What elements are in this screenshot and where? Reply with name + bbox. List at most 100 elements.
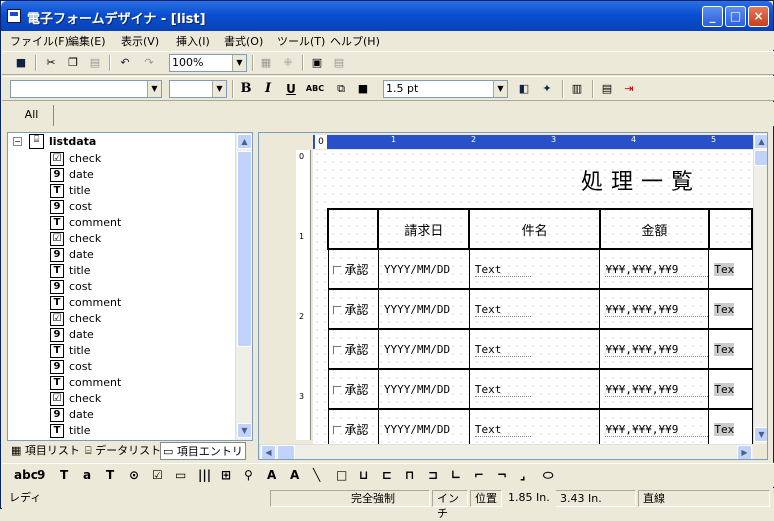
zoom-select[interactable]: 100% ▼ [169,54,247,72]
check-cell[interactable]: 承認 [327,408,379,444]
tab-item-entry[interactable]: ▭ 項目エントリ [160,442,246,460]
menu-format[interactable]: 書式(O) [224,33,263,49]
tree-item[interactable]: Tcomment [8,295,238,311]
tree-item[interactable]: 9 cost [8,359,238,375]
tree-item[interactable]: 9 date [8,167,238,183]
tree-item[interactable]: ☑ check [8,231,238,247]
title-cell[interactable]: Text [468,288,601,330]
magic-icon[interactable]: ✦ [538,80,556,98]
checkbox-icon[interactable] [332,265,341,274]
strikethrough-button[interactable]: ABC [304,80,326,98]
label-tool-icon[interactable]: abc [14,468,38,482]
form-title[interactable]: 処理一覧 [581,164,701,196]
chevron-down-icon[interactable]: ▼ [147,81,161,97]
redo-icon[interactable]: ↷ [140,54,158,72]
corner-tr-tool-icon[interactable]: ¬ [497,468,507,482]
extra-cell[interactable]: Tex [708,408,753,444]
scroll-up-icon[interactable]: ▲ [237,134,252,149]
chevron-down-icon[interactable]: ▼ [493,81,507,97]
text-tool-icon[interactable]: T [60,468,68,482]
tree-item[interactable]: Ttitle [8,183,238,199]
chevron-down-icon[interactable]: ▼ [212,81,226,97]
scroll-thumb[interactable] [277,445,295,459]
form-view-icon[interactable]: ▣ [308,54,326,72]
textframe-tool-icon[interactable]: A [290,468,299,482]
tree-item[interactable]: 9 cost [8,279,238,295]
tree-scrollbar[interactable]: ▲ ▼ [235,133,252,440]
cost-cell[interactable]: ¥¥¥,¥¥¥,¥¥9 [599,288,710,330]
tree-item[interactable]: 9 date [8,247,238,263]
date-cell[interactable]: YYYY/MM/DD [377,408,470,444]
title-cell[interactable]: Text [468,368,601,410]
menu-help[interactable]: ヘルプ(H) [330,33,380,49]
tab-item-list[interactable]: ▦ 項目リスト [11,442,80,458]
tree-item[interactable]: ☑ check [8,391,238,407]
open-top-tool-icon[interactable]: ⊔ [359,468,369,482]
table-icon[interactable]: ▥ [568,80,586,98]
check-cell[interactable]: 承認 [327,328,379,370]
extra-cell[interactable]: Tex [708,248,753,290]
open-bottom-tool-icon[interactable]: ⊓ [405,468,415,482]
delete-icon[interactable]: ⇥ [620,80,638,98]
line-width-select[interactable]: 1.5 pt ▼ [383,80,508,98]
font-select[interactable]: ▼ [10,80,162,98]
scroll-left-icon[interactable]: ◀ [261,445,276,459]
minimize-button[interactable]: _ [702,6,723,27]
open-left-tool-icon[interactable]: ⊐ [428,468,438,482]
open-right-tool-icon[interactable]: ⊏ [382,468,392,482]
font-tool-icon[interactable]: A [267,468,276,482]
cost-cell[interactable]: ¥¥¥,¥¥¥,¥¥9 [599,368,710,410]
cost-cell[interactable]: ¥¥¥,¥¥¥,¥¥9 [599,328,710,370]
menu-edit[interactable]: 編集(E) [68,33,106,49]
cost-cell[interactable]: ¥¥¥,¥¥¥,¥¥9 [599,408,710,444]
scroll-thumb[interactable] [237,151,252,347]
header-cell[interactable]: 件名 [468,208,601,250]
canvas-hscroll[interactable]: ◀ ▶ [259,444,753,459]
checkbox-icon[interactable] [332,385,341,394]
checkbox-icon[interactable] [332,425,341,434]
title-cell[interactable]: Text [468,408,601,444]
font-size-select[interactable]: ▼ [169,80,227,98]
tab-data-list[interactable]: ⌸ データリスト [85,442,161,458]
date-cell[interactable]: YYYY/MM/DD [377,368,470,410]
paste-icon[interactable]: ▤ [86,54,104,72]
fill-color-icon[interactable]: ◧ [515,80,533,98]
date-cell[interactable]: YYYY/MM/DD [377,248,470,290]
header-cell[interactable] [707,208,753,250]
canvas-vscroll[interactable]: ▲ ▼ [753,133,767,444]
header-cell[interactable]: 請求日 [377,208,471,250]
close-button[interactable]: × [748,6,769,27]
tree-item[interactable]: Tcomment [8,375,238,391]
snap-icon[interactable]: ⁜ [279,54,297,72]
chevron-down-icon[interactable]: ▼ [232,55,246,71]
line-tool-icon[interactable]: ╲ [313,468,320,482]
corner-br-tool-icon[interactable]: ⌟ [520,468,526,482]
checkbox-tool-icon[interactable]: ☑ [152,468,163,482]
scroll-down-icon[interactable]: ▼ [754,427,767,442]
menu-tools[interactable]: ツール(T) [277,33,325,49]
undo-icon[interactable]: ↶ [116,54,134,72]
tree-item[interactable]: 9 date [8,407,238,423]
scroll-thumb[interactable] [754,150,767,166]
shadow-icon[interactable]: ■ [354,80,372,98]
header-cell[interactable]: 金額 [598,208,710,250]
header-cell[interactable] [326,208,380,250]
border-icon[interactable]: ⧉ [332,80,350,98]
tree-root-label[interactable]: listdata [49,135,96,148]
scroll-down-icon[interactable]: ▼ [237,423,252,438]
scroll-right-icon[interactable]: ▶ [737,445,752,459]
menu-view[interactable]: 表示(V) [121,33,159,49]
corner-tl-tool-icon[interactable]: ⌐ [474,468,484,482]
check-cell[interactable]: 承認 [327,288,379,330]
radio-tool-icon[interactable]: ⊙ [129,468,139,482]
tab-all[interactable]: All [10,105,54,126]
extra-cell[interactable]: Tex [708,368,753,410]
corner-bl-tool-icon[interactable]: ∟ [451,468,461,482]
textbox-tool-icon[interactable]: a [83,468,91,482]
menu-insert[interactable]: 挿入(I) [176,33,210,49]
tree-item[interactable]: Ttitle [8,423,238,439]
tree-item[interactable]: ☑ check [8,311,238,327]
tree-item[interactable]: 9 cost [8,199,238,215]
barcode-tool-icon[interactable]: ||| [198,468,211,482]
rect-tool-icon[interactable]: □ [336,468,347,482]
